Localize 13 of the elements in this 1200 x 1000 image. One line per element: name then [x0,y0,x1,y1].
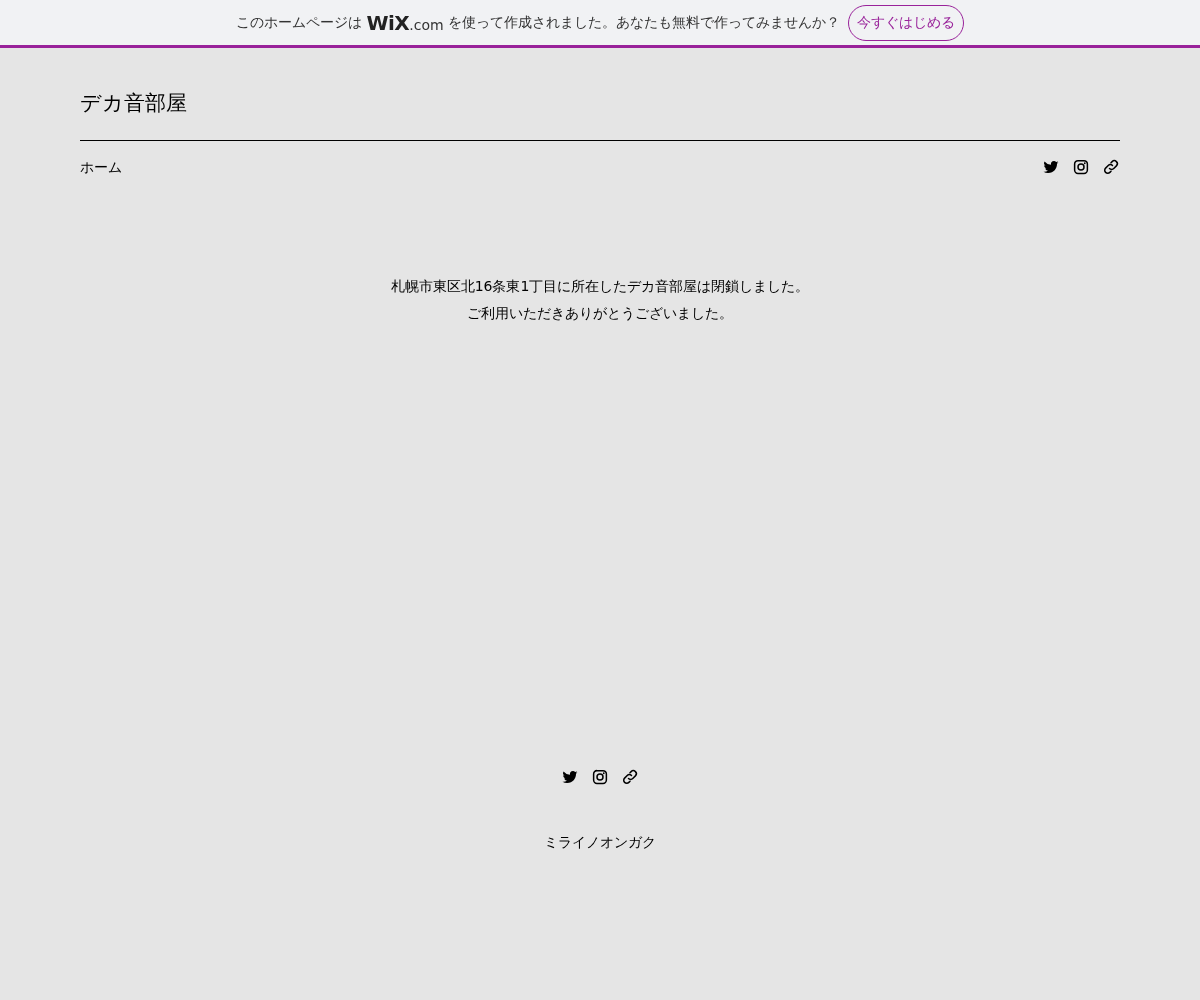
wix-logo[interactable]: WiX.com [366,7,444,38]
site-title: デカ音部屋 [80,90,188,117]
link-icon[interactable] [621,767,639,786]
banner-text: を使って作成されました。あなたも無料で作ってみませんか？ [447,13,840,32]
nav-link[interactable]: ホーム [80,156,122,178]
instagram-icon[interactable] [591,767,609,786]
instagram-icon[interactable] [1072,158,1090,176]
closure-notice: 札幌市東区北16条東1丁目に所在したデカ音部屋は閉鎖しました。 [390,276,810,296]
closure-notice: ご利用いただきありがとうございました。 [467,303,733,323]
footer-text: ミライノオンガク [543,832,657,852]
link-icon[interactable] [1102,158,1120,176]
banner-text: このホームページは [236,13,363,32]
twitter-bird-icon[interactable] [1042,158,1060,176]
